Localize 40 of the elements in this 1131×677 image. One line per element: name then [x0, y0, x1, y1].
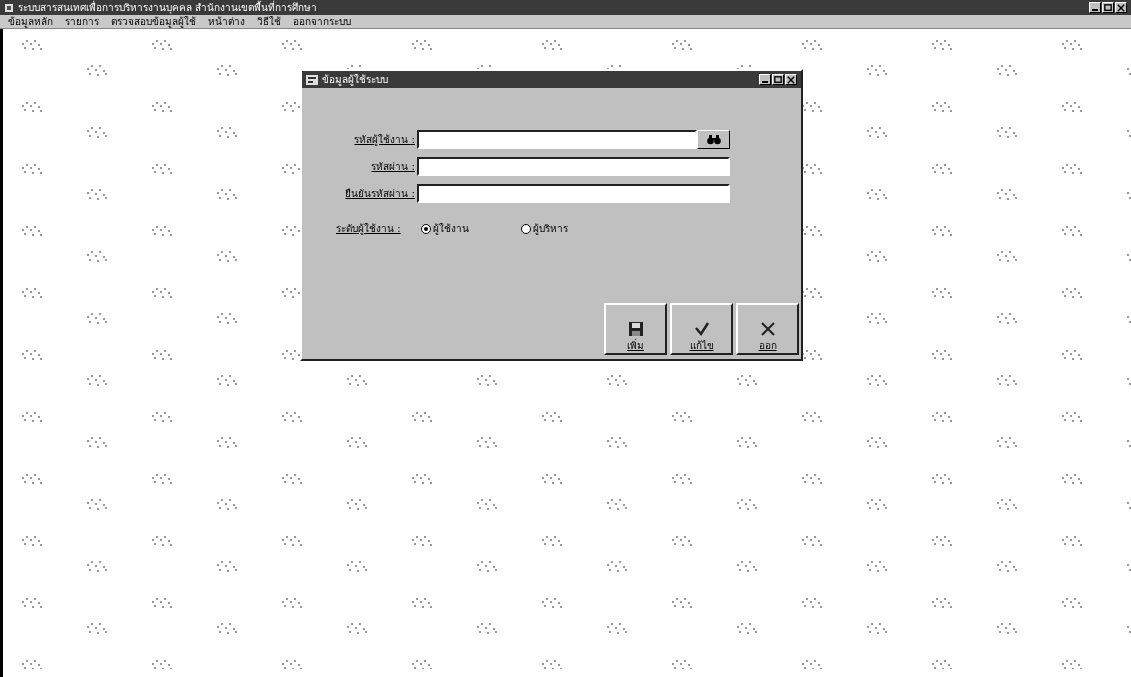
menu-item[interactable]: รายการ	[65, 16, 99, 27]
menu-item[interactable]: ออกจากระบบ	[293, 16, 351, 27]
close-icon	[1116, 2, 1126, 13]
close-icon	[786, 74, 796, 85]
minimize-button[interactable]	[759, 74, 771, 85]
checkmark-icon	[693, 321, 710, 337]
minimize-icon	[1092, 9, 1098, 11]
radio-option[interactable]: ผู้บริหาร	[520, 221, 568, 236]
input-field[interactable]	[417, 157, 730, 176]
maximize-icon	[773, 74, 783, 85]
minimize-button[interactable]	[1089, 2, 1101, 13]
cross-icon	[759, 321, 776, 337]
maximize-button[interactable]	[1102, 2, 1114, 13]
radio-button[interactable]	[420, 223, 431, 234]
window-title: ระบบสารสนเทศเพื่อการบริหารงานบุคคล สำนักงานเขตพื้นที่การศึกษา	[18, 2, 318, 13]
radio-button[interactable]	[520, 223, 531, 234]
menu-item[interactable]: วิธีใช้	[257, 16, 281, 27]
form-icon	[306, 74, 318, 85]
radio-option[interactable]: ผู้ใช้งาน	[420, 221, 469, 236]
close-button[interactable]	[1115, 2, 1127, 13]
maximize-button[interactable]	[772, 74, 784, 85]
input-field[interactable]	[417, 130, 697, 149]
menu-item[interactable]: ตรวจสอบข้อมูลผู้ใช้	[111, 16, 196, 27]
binoculars-icon	[706, 134, 721, 145]
field-label: รหัสผ่าน :	[370, 160, 416, 174]
minimize-icon	[762, 81, 768, 83]
toolbar-button[interactable]: เพิ่ม	[604, 303, 667, 355]
field-label: ยืนยันรหัสผ่าน :	[344, 187, 416, 201]
toolbar-button[interactable]: แก้ไข	[670, 303, 733, 355]
search-button[interactable]	[697, 130, 730, 149]
close-button[interactable]	[785, 74, 797, 85]
dialog-title: ข้อมูลผู้ใช้ระบบ	[322, 74, 388, 85]
maximize-icon	[1103, 2, 1113, 13]
field-label: รหัสผู้ใช้งาน :	[353, 133, 416, 147]
app-icon	[4, 2, 14, 13]
level-label: ระดับผู้ใช้งาน :	[336, 222, 401, 236]
menu-item[interactable]: ข้อมูลหลัก	[8, 16, 53, 27]
menu-item[interactable]: หน้าต่าง	[208, 16, 245, 27]
input-field[interactable]	[417, 184, 730, 203]
toolbar-button[interactable]: ออก	[736, 303, 799, 355]
